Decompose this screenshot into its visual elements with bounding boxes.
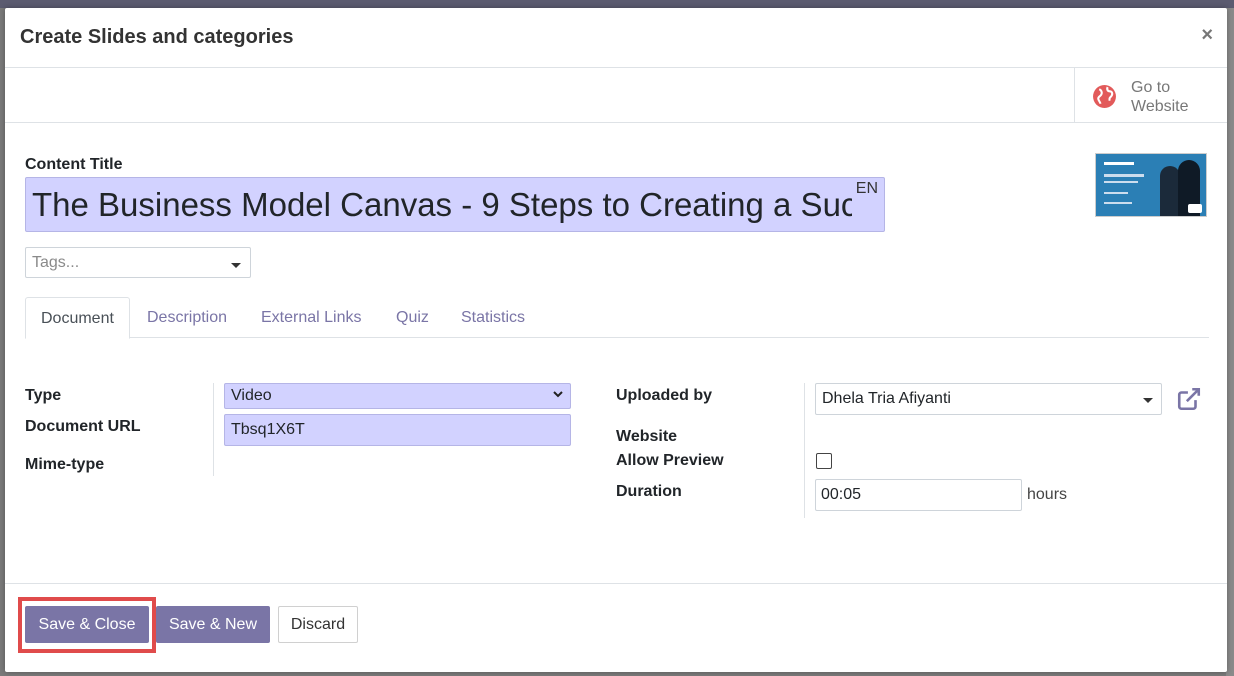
thumbnail-text-line (1104, 192, 1128, 194)
tab-statistics[interactable]: Statistics (446, 297, 540, 338)
tab-quiz[interactable]: Quiz (381, 297, 444, 338)
group-divider (804, 383, 805, 518)
thumbnail-text-line (1104, 202, 1132, 204)
duration-input[interactable]: 00:05 (815, 479, 1022, 511)
tab-description[interactable]: Description (132, 297, 242, 338)
thumbnail-text-line (1104, 181, 1138, 183)
create-slide-dialog: Create Slides and categories × Go to Web… (5, 8, 1227, 672)
document-right-group: Uploaded by Website Allow Preview Durati… (616, 383, 1216, 518)
background-app-topbar (0, 0, 1234, 8)
discard-button[interactable]: Discard (278, 606, 358, 643)
thumbnail-text-line (1104, 174, 1144, 177)
background-app-edge (1226, 8, 1234, 676)
dialog-footer: Save & Close Save & New Discard (5, 583, 1227, 672)
save-close-button[interactable]: Save & Close (25, 606, 149, 643)
uploaded-by-value: Dhela Tria Afiyanti (822, 390, 951, 407)
group-divider (213, 383, 214, 476)
caret-down-icon (1143, 398, 1153, 403)
go-to-website-button[interactable]: Go to Website (1074, 68, 1227, 123)
thumbnail-text-line (1104, 162, 1134, 165)
type-select-value: Video (231, 387, 272, 404)
smart-button-box: Go to Website (5, 68, 1227, 123)
globe-icon (1093, 85, 1116, 108)
thumbnail-logo (1188, 204, 1202, 213)
dialog-title: Create Slides and categories (20, 26, 294, 48)
uploaded-by-label: Uploaded by (616, 387, 713, 404)
allow-preview-label: Allow Preview (616, 452, 724, 469)
save-new-button[interactable]: Save & New (156, 606, 270, 643)
thumbnail-person (1160, 166, 1180, 216)
type-label: Type (25, 387, 62, 404)
mime-type-label: Mime-type (25, 456, 105, 473)
type-select[interactable]: Video (224, 383, 571, 409)
go-to-label-line2: Website (1131, 98, 1189, 115)
uploaded-by-select[interactable]: Dhela Tria Afiyanti (815, 383, 1162, 415)
content-title-label: Content Title (25, 156, 123, 173)
external-link-icon[interactable] (1176, 386, 1202, 412)
language-badge[interactable]: EN (856, 180, 878, 198)
allow-preview-checkbox[interactable] (816, 453, 832, 469)
chevron-down-icon (553, 391, 563, 398)
go-to-website-label: Go to Website (1131, 78, 1189, 116)
caret-down-icon (231, 263, 241, 268)
content-title-value: The Business Model Canvas - 9 Steps to C… (32, 186, 852, 223)
document-url-input[interactable]: Tbsq1X6T (224, 414, 571, 446)
content-title-input[interactable]: The Business Model Canvas - 9 Steps to C… (25, 177, 885, 232)
tab-external-links[interactable]: External Links (246, 297, 377, 338)
tags-placeholder: Tags... (32, 254, 80, 271)
document-left-group: Type Document URL Mime-type Video Tbsq1X… (25, 383, 595, 478)
document-url-label: Document URL (25, 418, 141, 435)
website-label: Website (616, 428, 678, 445)
duration-label: Duration (616, 483, 682, 500)
notebook-tabs: Document Description External Links Quiz… (25, 297, 1209, 339)
close-icon[interactable]: × (1201, 24, 1213, 47)
tags-input[interactable]: Tags... (25, 247, 251, 278)
slide-thumbnail[interactable] (1095, 153, 1207, 217)
go-to-label-line1: Go to (1131, 79, 1171, 96)
duration-unit-label: hours (1027, 486, 1068, 503)
tab-document[interactable]: Document (25, 297, 130, 339)
dialog-header: Create Slides and categories × (5, 8, 1227, 68)
